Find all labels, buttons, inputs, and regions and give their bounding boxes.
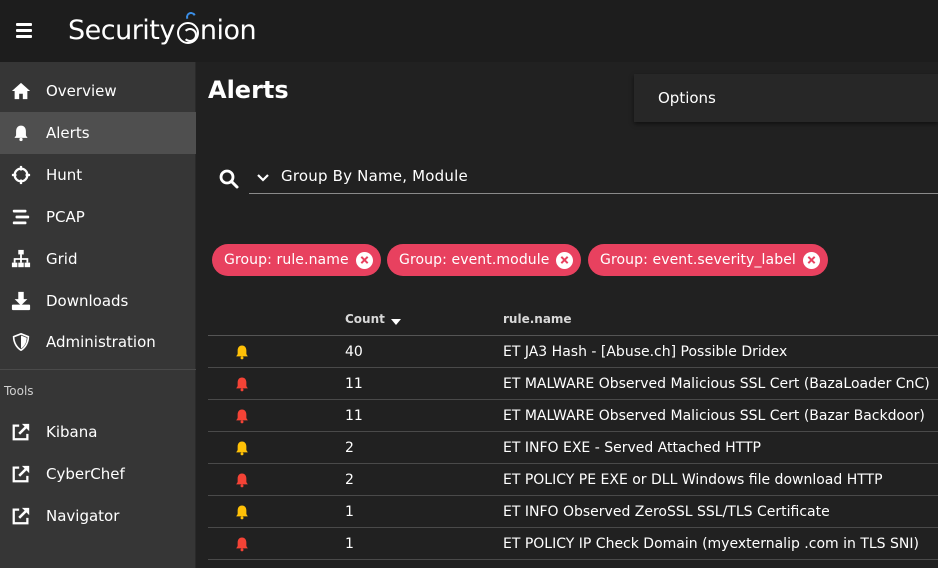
bell-icon [234,536,250,552]
sidebar-item-hunt[interactable]: Hunt [0,154,196,196]
menu-icon[interactable] [16,23,32,38]
group-filter-chip[interactable]: Group: rule.name [212,244,381,276]
external-link-icon [10,463,32,485]
options-panel[interactable]: Options [634,74,938,122]
count-cell: 40 [345,344,363,360]
count-cell: 2 [345,472,354,488]
count-cell: 2 [345,440,354,456]
count-cell: 1 [345,504,354,520]
rule-name-cell: ET INFO Observed ZeroSSL SSL/TLS Certifi… [503,504,830,520]
rule-name-cell: ET JA3 Hash - [Abuse.ch] Possible Dridex [503,344,788,360]
tool-link-kibana[interactable]: Kibana [0,411,196,453]
rule-name-cell: ET INFO EXE - Served Attached HTTP [503,440,761,456]
sidebar-item-label: Downloads [46,292,129,310]
bell-icon [234,408,250,424]
table-row[interactable]: 40 ET JA3 Hash - [Abuse.ch] Possible Drid… [208,336,938,368]
table-row[interactable]: 11 ET MALWARE Observed Malicious SSL Cert… [208,400,938,432]
chip-label: Group: event.module [399,252,550,268]
group-filter-chip[interactable]: Group: event.module [387,244,582,276]
sidebar-item-label: Administration [46,333,156,351]
table-header-row: Count rule.name [208,302,938,336]
logo-text-security: Security [68,14,175,46]
count-cell: 1 [345,536,354,552]
sitemap-icon [10,248,32,270]
table-row[interactable]: 11 ET MALWARE Observed Malicious SSL Cert… [208,368,938,400]
crosshairs-icon [10,164,32,186]
chip-label: Group: event.severity_label [600,252,796,268]
table-row[interactable]: 2 ET INFO EXE - Served Attached HTTP [208,432,938,464]
sidebar-item-administration[interactable]: Administration [0,321,196,363]
close-icon[interactable] [802,251,820,269]
count-header-label: Count [345,312,385,326]
close-icon[interactable] [556,251,574,269]
external-link-icon [10,421,32,443]
search-icon[interactable] [218,168,240,190]
sidebar-divider [0,369,196,370]
rule-name-cell: ET POLICY PE EXE or DLL Windows file dow… [503,472,883,488]
bell-icon [234,440,250,456]
sidebar: Tools Overview Alerts Hunt PCAP Grid Download… [0,62,196,568]
rule-name-cell: ET POLICY IP Check Domain (myexternalip … [503,536,919,552]
count-cell: 11 [345,408,363,424]
count-column-header[interactable]: Count [345,312,401,326]
table-row[interactable]: 1 ET POLICY IP Check Domain (myexternalip… [208,528,938,560]
logo-text-nion: nion [199,14,257,46]
table-row[interactable]: 2 ET POLICY PE EXE or DLL Windows file do… [208,464,938,496]
sidebar-item-pcap[interactable]: PCAP [0,196,196,238]
page-title: Alerts [208,76,289,104]
table-row[interactable]: 1 ET INFO Observed ZeroSSL SSL/TLS Certif… [208,496,938,528]
onion-icon [176,10,199,44]
security-onion-logo[interactable]: Security nion [68,8,257,52]
chevron-down-icon[interactable] [256,173,270,183]
tool-link-label: Navigator [46,507,120,525]
group-filter-chip[interactable]: Group: event.severity_label [588,244,828,276]
sidebar-item-downloads[interactable]: Downloads [0,280,196,322]
options-label: Options [658,89,716,107]
rule-name-cell: ET MALWARE Observed Malicious SSL Cert (… [503,376,930,392]
sidebar-item-overview[interactable]: Overview [0,70,196,112]
sidebar-item-alerts[interactable]: Alerts [0,112,196,154]
rule-name-column-header[interactable]: rule.name [503,312,572,326]
bell-icon [234,504,250,520]
top-app-bar: Security nion [0,0,938,62]
query-value: Group By Name, Module [281,167,468,185]
sidebar-item-label: Hunt [46,166,83,184]
tool-link-label: CyberChef [46,465,125,483]
bell-icon [234,344,250,360]
download-icon [10,290,32,312]
tools-header: Tools [4,384,34,398]
home-icon [10,80,32,102]
count-cell: 11 [345,376,363,392]
external-link-icon [10,505,32,527]
sidebar-item-grid[interactable]: Grid [0,238,196,280]
rule-name-cell: ET MALWARE Observed Malicious SSL Cert (… [503,408,925,424]
stream-icon [10,206,32,228]
tool-link-navigator[interactable]: Navigator [0,495,196,537]
chip-label: Group: rule.name [224,252,349,268]
tool-link-cyberchef[interactable]: CyberChef [0,453,196,495]
bell-icon [234,472,250,488]
query-input[interactable]: Group By Name, Module [249,156,938,194]
sidebar-item-label: Overview [46,82,117,100]
tool-link-label: Kibana [46,423,98,441]
close-icon[interactable] [355,251,373,269]
shield-icon [10,331,32,353]
bell-icon [10,122,32,144]
sidebar-item-label: Alerts [46,124,90,142]
sidebar-item-label: PCAP [46,208,85,226]
bell-icon [234,376,250,392]
sort-descending-icon [390,319,401,325]
sidebar-item-label: Grid [46,250,78,268]
